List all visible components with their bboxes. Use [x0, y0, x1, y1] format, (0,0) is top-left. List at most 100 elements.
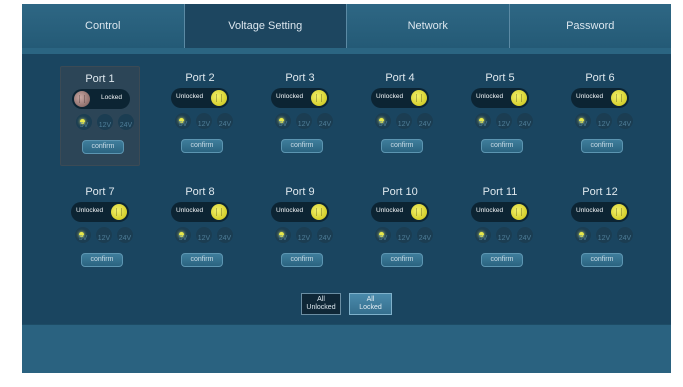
tab-password[interactable]: Password: [509, 4, 671, 48]
voltage-setting-app: Control Voltage Setting Network Password…: [22, 4, 671, 373]
voltage-label: 5V: [378, 121, 388, 128]
tab-network[interactable]: Network: [347, 4, 510, 48]
voltage-label: 24V: [318, 235, 332, 242]
all-locked-line1: All: [366, 296, 375, 303]
lock-state-label: Unlocked: [576, 207, 604, 214]
voltage-label: 24V: [618, 121, 632, 128]
voltage-label: 12V: [497, 235, 511, 242]
unlocked-knob-icon: [211, 204, 227, 220]
confirm-button[interactable]: confirm: [381, 139, 423, 153]
confirm-button[interactable]: confirm: [481, 139, 523, 153]
lock-toggle[interactable]: Unlocked: [371, 202, 429, 222]
voltage-label: 24V: [318, 121, 332, 128]
lock-state-label: Unlocked: [476, 207, 504, 214]
port-title: Port 1: [85, 73, 115, 85]
port-card-4: Port 4 Unlocked 5V 12V 24V confirm: [360, 66, 440, 166]
port-title: Port 2: [185, 72, 215, 84]
port-card-11: Port 11 Unlocked 5V 12V 24V confirm: [460, 180, 540, 280]
lock-state-label: Unlocked: [176, 207, 204, 214]
lock-toggle[interactable]: Unlocked: [471, 202, 529, 222]
unlocked-knob-icon: [611, 204, 627, 220]
confirm-button[interactable]: confirm: [281, 139, 323, 153]
knob-grip-icon: [79, 95, 85, 103]
voltage-label: 12V: [197, 235, 211, 242]
voltage-label: 24V: [218, 121, 232, 128]
port-card-3: Port 3 Unlocked 5V 12V 24V confirm: [260, 66, 340, 166]
lock-toggle[interactable]: Locked: [72, 89, 130, 109]
unlocked-knob-icon: [411, 204, 427, 220]
unlocked-knob-icon: [411, 90, 427, 106]
voltage-label: 12V: [197, 121, 211, 128]
knob-grip-icon: [516, 208, 522, 216]
port-card-5: Port 5 Unlocked 5V 12V 24V confirm: [460, 66, 540, 166]
all-unlocked-button[interactable]: All Unlocked: [301, 293, 341, 315]
voltage-label: 12V: [297, 235, 311, 242]
lock-state-label: Unlocked: [376, 93, 404, 100]
all-unlocked-line2: Unlocked: [306, 304, 336, 311]
all-locked-button[interactable]: All Locked: [349, 293, 392, 315]
lock-state-label: Unlocked: [76, 207, 104, 214]
confirm-button[interactable]: confirm: [581, 253, 623, 267]
confirm-button[interactable]: confirm: [581, 139, 623, 153]
footer-bar: [22, 324, 671, 373]
tab-control[interactable]: Control: [22, 4, 185, 48]
voltage-label: 5V: [278, 121, 288, 128]
confirm-button[interactable]: confirm: [82, 140, 124, 154]
lock-toggle[interactable]: Unlocked: [571, 202, 629, 222]
knob-grip-icon: [616, 208, 622, 216]
voltage-label: 5V: [78, 235, 88, 242]
lock-toggle[interactable]: Unlocked: [271, 88, 329, 108]
voltage-label: 12V: [597, 121, 611, 128]
port-title: Port 4: [385, 72, 415, 84]
confirm-button[interactable]: confirm: [181, 139, 223, 153]
tab-bar: Control Voltage Setting Network Password: [22, 4, 671, 48]
knob-grip-icon: [416, 94, 422, 102]
voltage-label: 5V: [478, 121, 488, 128]
locked-knob-icon: [74, 91, 90, 107]
confirm-button[interactable]: confirm: [181, 253, 223, 267]
knob-grip-icon: [116, 208, 122, 216]
confirm-button[interactable]: confirm: [481, 253, 523, 267]
unlocked-knob-icon: [511, 90, 527, 106]
lock-toggle[interactable]: Unlocked: [271, 202, 329, 222]
confirm-button[interactable]: confirm: [381, 253, 423, 267]
voltage-label: 5V: [278, 235, 288, 242]
knob-grip-icon: [216, 94, 222, 102]
port-card-10: Port 10 Unlocked 5V 12V 24V confirm: [360, 180, 440, 280]
lock-toggle[interactable]: Unlocked: [371, 88, 429, 108]
port-card-12: Port 12 Unlocked 5V 12V 24V confirm: [560, 180, 640, 280]
port-title: Port 11: [482, 186, 518, 198]
voltage-label: 5V: [178, 121, 188, 128]
voltage-label: 5V: [378, 235, 388, 242]
lock-toggle[interactable]: Unlocked: [471, 88, 529, 108]
voltage-label: 5V: [79, 122, 89, 129]
lock-toggle[interactable]: Unlocked: [71, 202, 129, 222]
lock-toggle[interactable]: Unlocked: [171, 88, 229, 108]
unlocked-knob-icon: [311, 90, 327, 106]
port-title: Port 7: [85, 186, 115, 198]
port-title: Port 10: [382, 186, 418, 198]
knob-grip-icon: [316, 208, 322, 216]
confirm-button[interactable]: confirm: [81, 253, 123, 267]
lock-toggle[interactable]: Unlocked: [571, 88, 629, 108]
tab-voltage-setting[interactable]: Voltage Setting: [184, 4, 347, 48]
port-card-1: Port 1 Locked 5V 12V 24V confirm: [60, 66, 140, 166]
all-locked-line2: Locked: [359, 304, 382, 311]
voltage-label: 5V: [578, 121, 588, 128]
port-card-6: Port 6 Unlocked 5V 12V 24V confirm: [560, 66, 640, 166]
unlocked-knob-icon: [311, 204, 327, 220]
voltage-label: 12V: [297, 121, 311, 128]
all-unlocked-line1: All: [317, 296, 325, 303]
knob-grip-icon: [416, 208, 422, 216]
lock-state-label: Unlocked: [476, 93, 504, 100]
lock-state-label: Unlocked: [276, 207, 304, 214]
lock-state-label: Unlocked: [376, 207, 404, 214]
voltage-label: 12V: [397, 235, 411, 242]
confirm-button[interactable]: confirm: [281, 253, 323, 267]
knob-grip-icon: [616, 94, 622, 102]
knob-grip-icon: [516, 94, 522, 102]
lock-toggle[interactable]: Unlocked: [171, 202, 229, 222]
knob-grip-icon: [316, 94, 322, 102]
voltage-label: 12V: [98, 122, 112, 129]
unlocked-knob-icon: [111, 204, 127, 220]
